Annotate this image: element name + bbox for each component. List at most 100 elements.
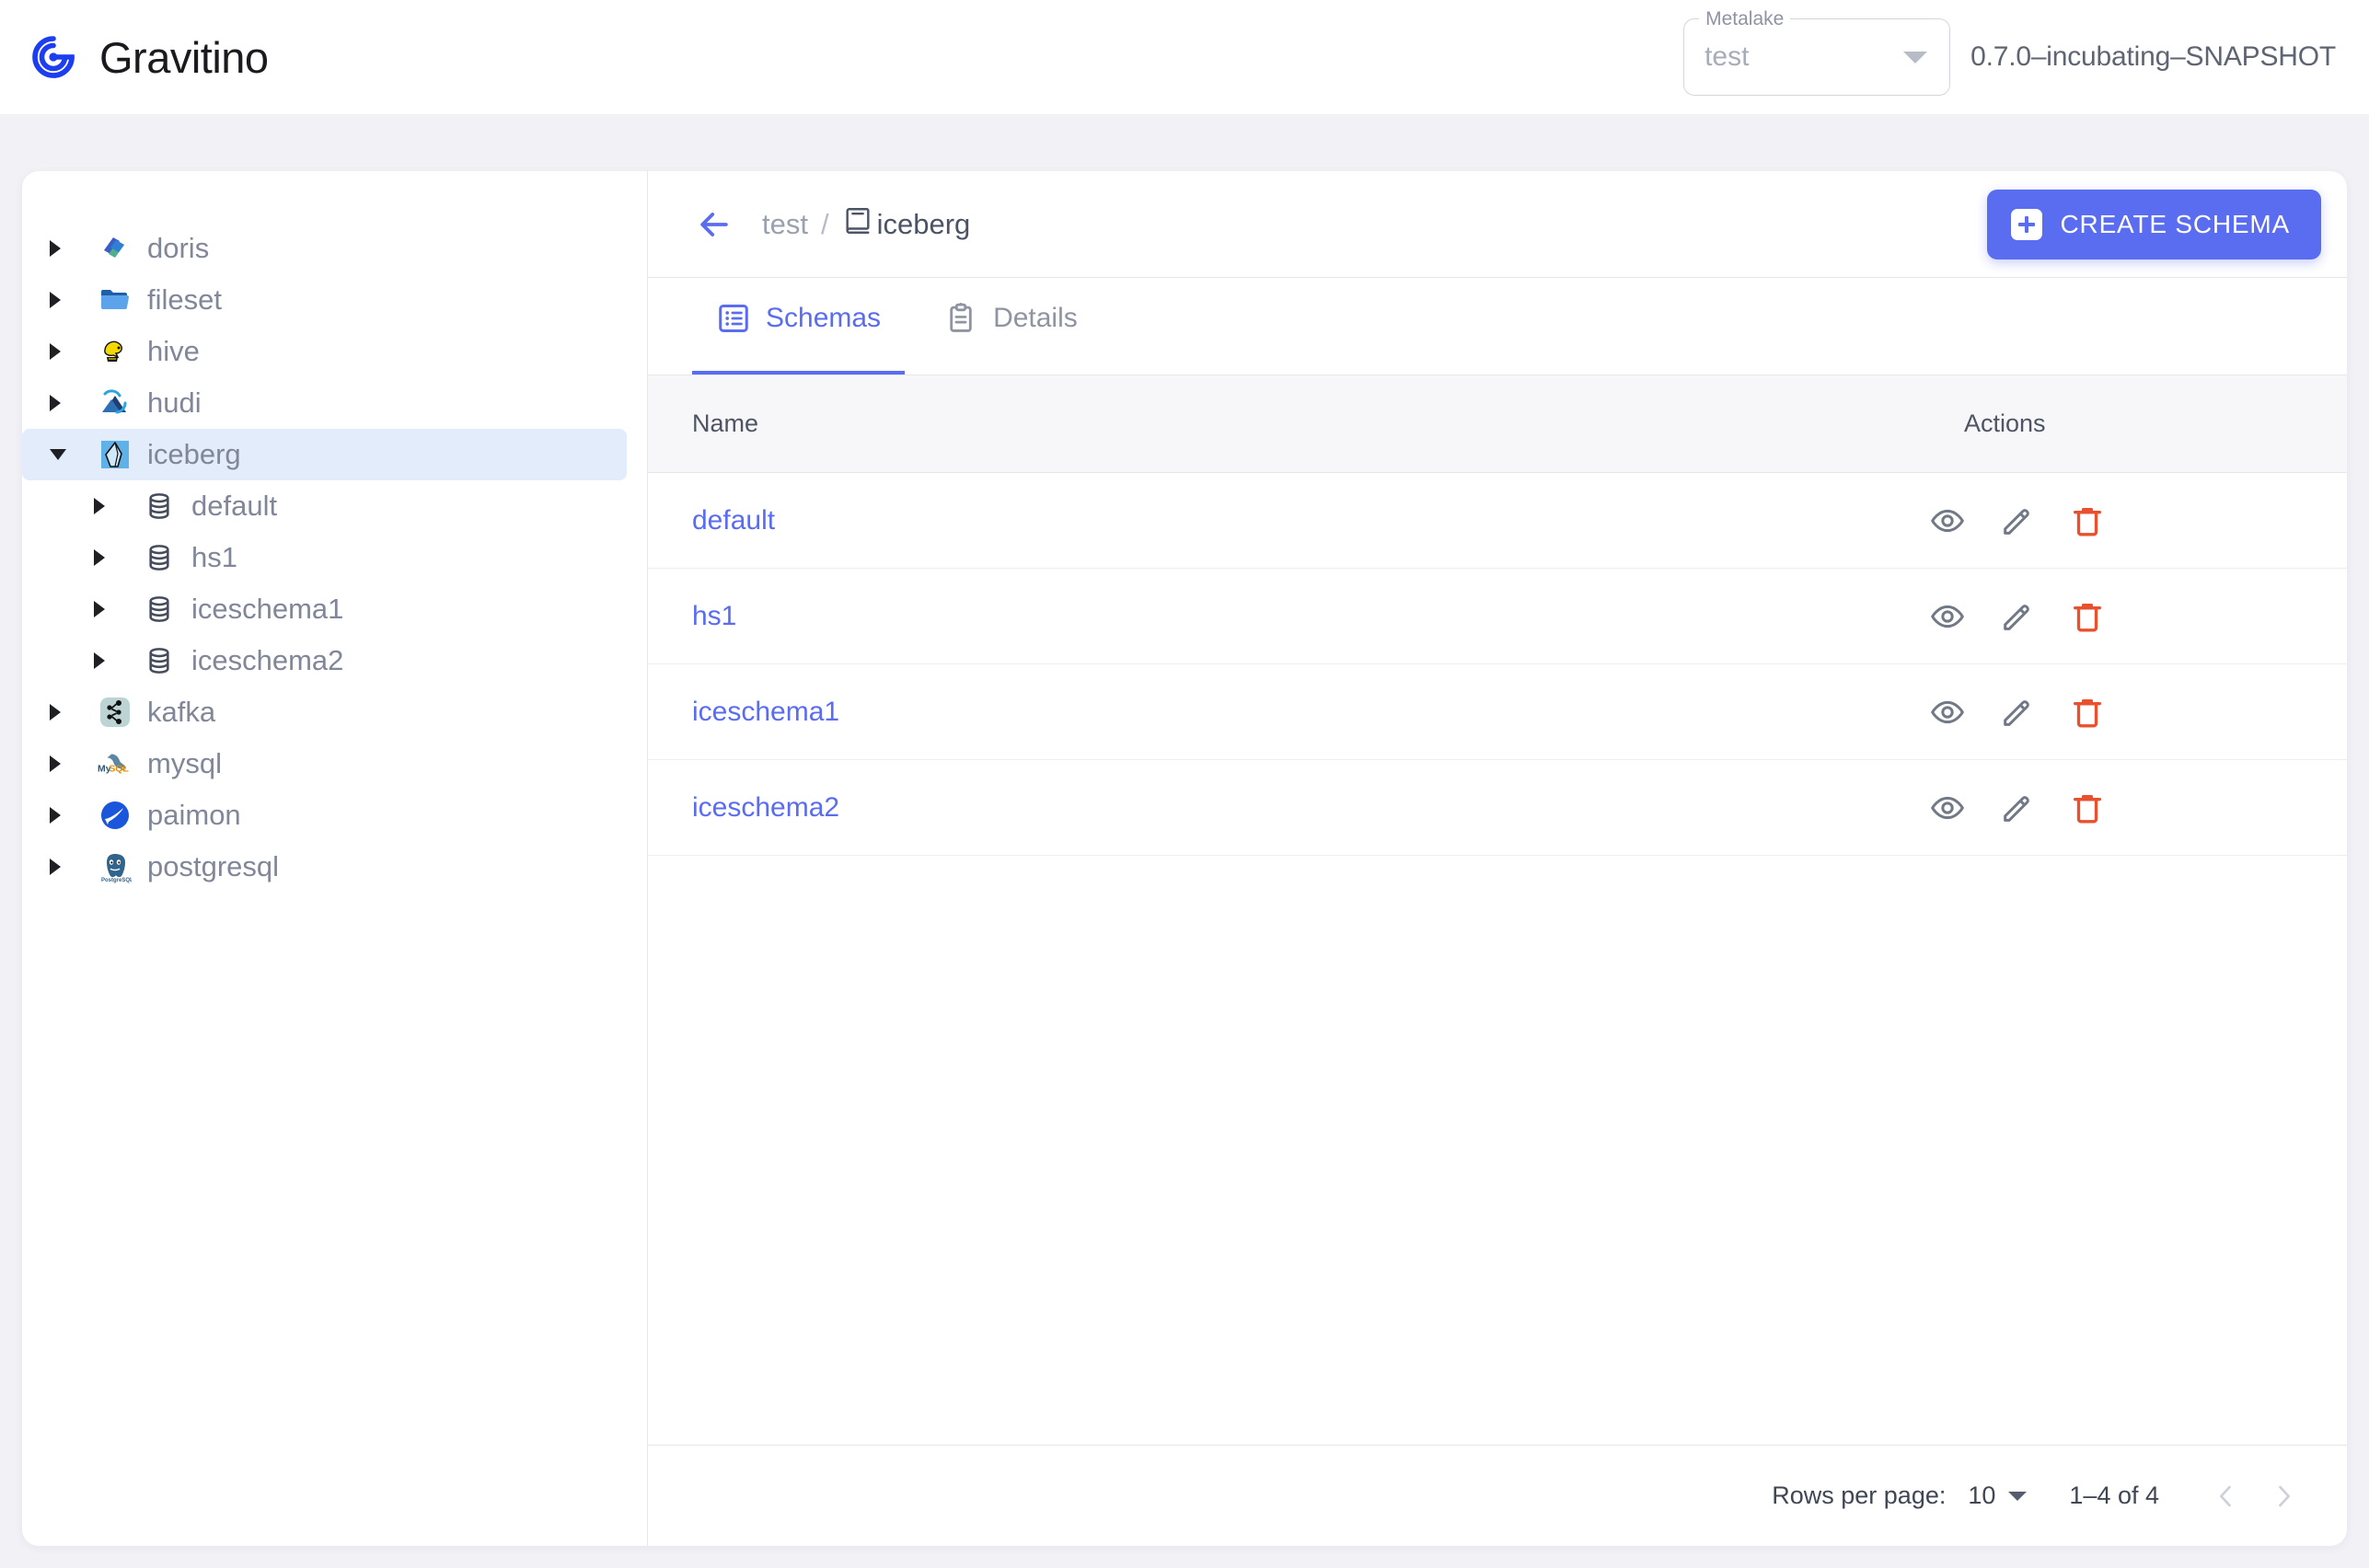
breadcrumb-catalog: iceberg	[842, 205, 971, 244]
pencil-icon[interactable]	[1997, 501, 2038, 541]
list-icon	[716, 301, 751, 336]
caret-right-icon[interactable]	[94, 601, 118, 617]
tree-item-label: doris	[147, 232, 210, 264]
chevron-down-icon	[2008, 1491, 2028, 1501]
rows-per-page-value: 10	[1968, 1482, 1996, 1509]
schema-table: Name Actions default hs1 iceschema1 icesche…	[648, 375, 2347, 1546]
cell-name: default	[648, 505, 1859, 536]
iceberg-icon	[98, 437, 133, 472]
database-icon	[142, 643, 177, 678]
trash-icon[interactable]	[2067, 692, 2108, 732]
chevron-left-icon[interactable]	[2198, 1468, 2255, 1525]
tree-item-label: hs1	[191, 541, 237, 573]
create-schema-button[interactable]: CREATE SCHEMA	[1986, 189, 2321, 259]
metalake-value: test	[1705, 41, 1750, 72]
eye-icon[interactable]	[1927, 596, 1968, 637]
schema-link[interactable]: iceschema1	[692, 697, 839, 727]
metalake-select[interactable]: Metalake test	[1683, 9, 1951, 96]
tree-item-iceschema1[interactable]: iceschema1	[22, 583, 627, 635]
tree-item-label: iceberg	[147, 438, 241, 470]
breadcrumb-metalake[interactable]: test	[762, 208, 808, 241]
svg-text:SQL: SQL	[109, 765, 129, 775]
database-icon	[142, 540, 177, 575]
caret-right-icon[interactable]	[50, 240, 74, 257]
content-pane: test / iceberg CREATE SCHEMA Schemas Det…	[648, 171, 2347, 1546]
tree-item-label: hudi	[147, 386, 202, 419]
tab-strip: Schemas Details	[648, 278, 2347, 375]
rows-per-page-select[interactable]: 10	[1968, 1482, 2028, 1510]
breadcrumb: test / iceberg	[762, 205, 1987, 244]
database-icon	[142, 592, 177, 627]
caret-right-icon[interactable]	[94, 498, 118, 514]
tree-item-hive[interactable]: hive	[22, 326, 627, 377]
caret-right-icon[interactable]	[50, 395, 74, 411]
caret-right-icon[interactable]	[94, 652, 118, 669]
schema-link[interactable]: hs1	[692, 601, 736, 631]
tree-item-hs1[interactable]: hs1	[22, 532, 627, 583]
breadcrumb-catalog-label: iceberg	[876, 207, 971, 240]
pencil-icon[interactable]	[1997, 788, 2038, 828]
tree-item-iceberg[interactable]: iceberg	[22, 429, 627, 480]
table-header-row: Name Actions	[648, 375, 2347, 473]
tab-schemas[interactable]: Schemas	[692, 278, 906, 375]
tree-item-mysql[interactable]: My SQL mysql	[22, 738, 627, 790]
tree-item-hudi[interactable]: hudi	[22, 377, 627, 429]
table-row: iceschema2	[648, 760, 2347, 856]
brand-name: Gravitino	[99, 32, 269, 82]
caret-right-icon[interactable]	[50, 343, 74, 360]
eye-icon[interactable]	[1927, 501, 1968, 541]
tree-item-default[interactable]: default	[22, 480, 627, 532]
caret-right-icon[interactable]	[50, 807, 74, 824]
breadcrumb-separator: /	[820, 207, 829, 240]
svg-text:PostgreSQL: PostgreSQL	[101, 878, 132, 883]
table-footer: Rows per page: 10 1–4 of 4	[648, 1445, 2347, 1546]
trash-icon[interactable]	[2067, 501, 2108, 541]
cell-name: hs1	[648, 601, 1859, 632]
app-header: Gravitino Metalake test 0.7.0–incubating…	[0, 0, 2369, 114]
caret-right-icon[interactable]	[50, 292, 74, 308]
clipboard-icon	[943, 301, 978, 336]
mysql-icon: My SQL	[98, 746, 133, 781]
hive-icon	[98, 334, 133, 369]
cell-actions	[1859, 788, 2347, 828]
caret-right-icon[interactable]	[50, 859, 74, 875]
chevron-right-icon[interactable]	[2255, 1468, 2312, 1525]
schema-link[interactable]: default	[692, 505, 775, 536]
chevron-down-icon	[1903, 51, 1928, 63]
page-body: doris fileset hive hudi iceberg default hs1 ice…	[0, 114, 2369, 1568]
tree-item-doris[interactable]: doris	[22, 223, 627, 274]
table-row: iceschema1	[648, 664, 2347, 760]
plus-icon	[2010, 208, 2042, 240]
cell-actions	[1859, 501, 2347, 541]
eye-icon[interactable]	[1927, 788, 1968, 828]
tree-item-label: default	[191, 490, 278, 522]
tree-item-fileset[interactable]: fileset	[22, 274, 627, 326]
arrow-left-icon[interactable]	[692, 202, 736, 247]
tree-item-iceschema2[interactable]: iceschema2	[22, 635, 627, 686]
pencil-icon[interactable]	[1997, 692, 2038, 732]
tree-item-paimon[interactable]: paimon	[22, 790, 627, 841]
doris-icon	[98, 231, 133, 266]
trash-icon[interactable]	[2067, 596, 2108, 637]
tab-details[interactable]: Details	[919, 278, 1102, 375]
caret-right-icon[interactable]	[50, 755, 74, 772]
tree-item-label: mysql	[147, 747, 222, 779]
row-action-group	[1927, 788, 2108, 828]
table-header-actions: Actions	[1964, 409, 2046, 437]
trash-icon[interactable]	[2067, 788, 2108, 828]
cell-actions	[1859, 692, 2347, 732]
create-schema-label: CREATE SCHEMA	[2060, 209, 2290, 238]
eye-icon[interactable]	[1927, 692, 1968, 732]
pagination-range: 1–4 of 4	[2069, 1482, 2159, 1509]
book-icon	[842, 205, 873, 244]
tree-item-kafka[interactable]: kafka	[22, 686, 627, 738]
tree-item-postgresql[interactable]: PostgreSQL postgresql	[22, 841, 627, 893]
rows-per-page-label: Rows per page:	[1772, 1482, 1947, 1509]
tree-item-label: paimon	[147, 799, 241, 831]
caret-right-icon[interactable]	[94, 549, 118, 566]
caret-down-icon[interactable]	[50, 449, 74, 460]
row-action-group	[1927, 501, 2108, 541]
pencil-icon[interactable]	[1997, 596, 2038, 637]
caret-right-icon[interactable]	[50, 704, 74, 721]
schema-link[interactable]: iceschema2	[692, 792, 839, 823]
